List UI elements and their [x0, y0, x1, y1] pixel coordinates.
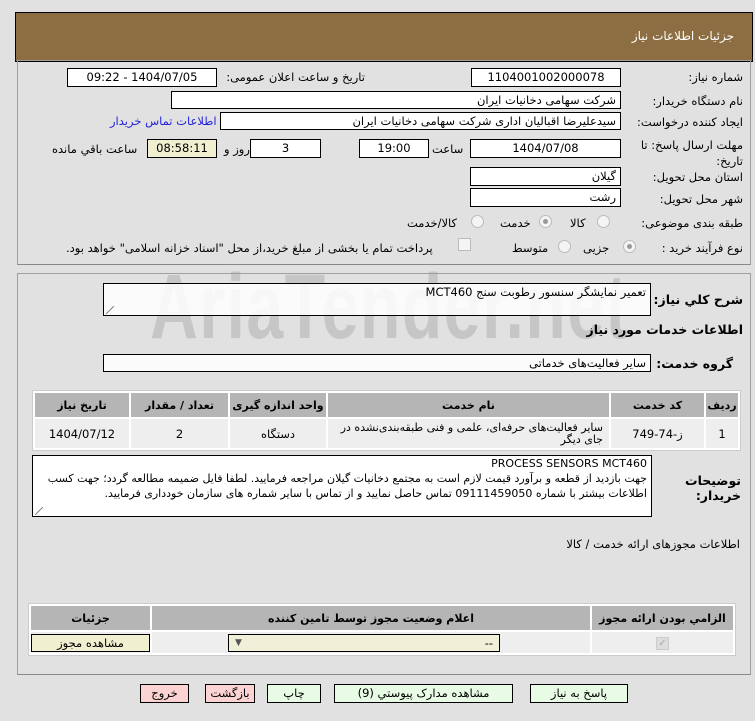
city-field: رشت — [470, 188, 621, 207]
status-cell: -- ▼ — [152, 632, 590, 653]
buyer-notes-textarea[interactable]: PROCESS SENSORS MCT460 جهت بازدید از قطع… — [32, 455, 652, 517]
permit-row: ✓ -- ▼ مشاهده مجوز — [31, 632, 733, 653]
cell-date: 1404/07/12 — [35, 419, 129, 448]
deadline-time-field: 19:00 — [359, 139, 429, 158]
buyer-notes-label: توضیحات خریدار: — [685, 473, 741, 503]
remaining-time-field: 08:58:11 — [147, 139, 217, 158]
col-qty: تعداد / مقدار — [131, 393, 228, 417]
resize-handle-icon[interactable] — [106, 306, 114, 314]
permit-status-select[interactable]: -- ▼ — [228, 633, 500, 652]
notes-line-2: جهت بازدید از قطعه و برآورد قیمت لازم اس… — [47, 472, 647, 500]
services-table: ردیف کد خدمت نام خدمت واحد اندازه گیری ت… — [32, 390, 741, 451]
process-option-minor: جزیی — [583, 241, 610, 255]
process-option-medium: متوسط — [512, 241, 549, 255]
table-row: 1 ز-74-749 سایر فعالیت‌های حرفه‌ای، علمی… — [35, 419, 738, 448]
payment-note: پرداخت تمام یا بخشی از مبلغ خرید،از محل … — [66, 241, 433, 255]
remaining-label: ساعت باقي مانده — [52, 142, 138, 156]
view-permit-button[interactable]: مشاهده مجوز — [31, 633, 150, 652]
col-details: جزئیات — [31, 606, 150, 630]
deadline-date-field: 1404/07/08 — [470, 139, 621, 158]
category-option-service: خدمت — [500, 216, 531, 230]
col-status: اعلام وضعیت مجوز توسط تامین کننده — [152, 606, 590, 630]
chevron-down-icon: ▼ — [235, 637, 242, 648]
process-radio-minor[interactable] — [623, 240, 636, 253]
col-date: تاریخ نیاز — [35, 393, 129, 417]
time-label: ساعت — [432, 142, 464, 156]
category-radio-both[interactable] — [471, 215, 484, 228]
page-header: جزئیات اطلاعات نیاز — [15, 12, 753, 62]
resize-handle-icon[interactable] — [35, 507, 43, 515]
creator-label: ایجاد کننده درخواست: — [637, 115, 743, 129]
table-header-row: ردیف کد خدمت نام خدمت واحد اندازه گیری ت… — [35, 393, 738, 417]
cell-unit: دستگاه — [230, 419, 326, 448]
col-code: کد خدمت — [611, 393, 704, 417]
need-number-field: 1104001002000078 — [471, 68, 621, 87]
category-label: طبقه بندی موضوعی: — [641, 216, 743, 230]
buyer-label: نام دستگاه خریدار: — [652, 94, 743, 108]
treasury-payment-checkbox[interactable] — [458, 238, 471, 251]
permits-header-row: الزامي بودن ارائه مجوز اعلام وضعیت مجوز … — [31, 606, 733, 630]
buyer-field: شرکت سهامی دخانیات ایران — [171, 91, 621, 109]
reply-button[interactable]: پاسخ به نیاز — [530, 684, 628, 703]
page-title: جزئیات اطلاعات نیاز — [631, 29, 734, 43]
services-title: اطلاعات خدمات مورد نیاز — [586, 322, 744, 337]
category-option-both: کالا/خدمت — [407, 216, 458, 230]
print-button[interactable]: چاپ — [267, 684, 321, 703]
process-label: نوع فرآیند خرید : — [661, 241, 743, 255]
exit-button[interactable]: خروج — [140, 684, 189, 703]
province-label: استان محل تحویل: — [652, 170, 743, 184]
col-name: نام خدمت — [328, 393, 609, 417]
days-field: 3 — [250, 139, 321, 158]
category-option-goods: کالا — [570, 216, 586, 230]
creator-field: سیدعلیرضا اقبالیان اداری شرکت سهامی دخان… — [220, 112, 621, 130]
permits-table: الزامي بودن ارائه مجوز اعلام وضعیت مجوز … — [28, 603, 736, 656]
cell-qty: 2 — [131, 419, 228, 448]
need-number-label: شماره نیاز: — [688, 70, 743, 84]
contact-buyer-link[interactable]: اطلاعات تماس خریدار — [110, 114, 217, 128]
process-radio-medium[interactable] — [558, 240, 571, 253]
notes-line-1: PROCESS SENSORS MCT460 — [491, 457, 647, 470]
col-required: الزامي بودن ارائه مجوز — [592, 606, 733, 630]
col-unit: واحد اندازه گیری — [230, 393, 326, 417]
announce-field: 1404/07/05 - 09:22 — [67, 68, 217, 87]
category-radio-service[interactable] — [539, 215, 552, 228]
city-label: شهر محل تحویل: — [659, 192, 743, 206]
cell-code: ز-74-749 — [611, 419, 704, 448]
details-cell: مشاهده مجوز — [31, 632, 150, 653]
days-label: روز و — [224, 142, 250, 156]
select-value: -- — [484, 635, 493, 650]
view-attachments-button[interactable]: مشاهده مدارک پیوستي (9) — [334, 684, 513, 703]
permits-title: اطلاعات مجوزهای ارائه خدمت / کالا — [566, 537, 740, 551]
category-radio-goods[interactable] — [597, 215, 610, 228]
required-cell: ✓ — [592, 632, 733, 653]
summary-text: تعمیر نمایشگر سنسور رطوبت سنج MCT460 — [425, 285, 646, 299]
service-group-field: سایر فعالیت‌های خدماتی — [103, 354, 651, 372]
cell-row: 1 — [706, 419, 738, 448]
deadline-label-2: تاریخ: — [716, 154, 743, 168]
back-button[interactable]: بازگشت — [205, 684, 255, 703]
summary-label: شرح کلي نیاز: — [653, 292, 743, 307]
service-group-label: گروه خدمت: — [656, 356, 733, 371]
cell-name: سایر فعالیت‌های حرفه‌ای، علمی و فنی طبقه… — [328, 419, 609, 448]
col-row: ردیف — [706, 393, 738, 417]
announce-label: تاریخ و ساعت اعلان عمومی: — [226, 70, 365, 84]
summary-textarea[interactable]: تعمیر نمایشگر سنسور رطوبت سنج MCT460 — [103, 283, 651, 316]
deadline-label: مهلت ارسال پاسخ: تا — [640, 138, 743, 152]
province-field: گیلان — [470, 167, 621, 186]
required-checkbox: ✓ — [656, 637, 669, 650]
